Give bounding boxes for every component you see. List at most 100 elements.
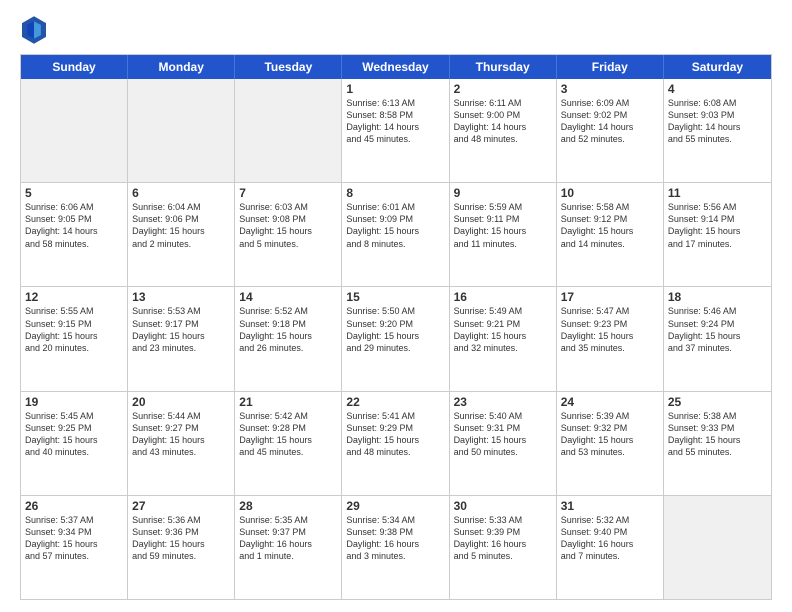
day-info: Sunrise: 5:47 AM Sunset: 9:23 PM Dayligh…	[561, 305, 659, 354]
calendar-cell: 15Sunrise: 5:50 AM Sunset: 9:20 PM Dayli…	[342, 287, 449, 390]
calendar-cell: 8Sunrise: 6:01 AM Sunset: 9:09 PM Daylig…	[342, 183, 449, 286]
day-info: Sunrise: 6:06 AM Sunset: 9:05 PM Dayligh…	[25, 201, 123, 250]
calendar-cell: 1Sunrise: 6:13 AM Sunset: 8:58 PM Daylig…	[342, 79, 449, 182]
day-number: 15	[346, 290, 444, 304]
calendar-cell: 11Sunrise: 5:56 AM Sunset: 9:14 PM Dayli…	[664, 183, 771, 286]
calendar-cell: 5Sunrise: 6:06 AM Sunset: 9:05 PM Daylig…	[21, 183, 128, 286]
day-number: 23	[454, 395, 552, 409]
calendar-cell: 16Sunrise: 5:49 AM Sunset: 9:21 PM Dayli…	[450, 287, 557, 390]
day-number: 30	[454, 499, 552, 513]
day-info: Sunrise: 6:04 AM Sunset: 9:06 PM Dayligh…	[132, 201, 230, 250]
calendar-cell	[235, 79, 342, 182]
day-number: 14	[239, 290, 337, 304]
day-info: Sunrise: 5:58 AM Sunset: 9:12 PM Dayligh…	[561, 201, 659, 250]
day-info: Sunrise: 5:46 AM Sunset: 9:24 PM Dayligh…	[668, 305, 767, 354]
day-info: Sunrise: 5:44 AM Sunset: 9:27 PM Dayligh…	[132, 410, 230, 459]
day-number: 5	[25, 186, 123, 200]
day-number: 4	[668, 82, 767, 96]
day-info: Sunrise: 5:50 AM Sunset: 9:20 PM Dayligh…	[346, 305, 444, 354]
day-number: 10	[561, 186, 659, 200]
day-info: Sunrise: 5:45 AM Sunset: 9:25 PM Dayligh…	[25, 410, 123, 459]
calendar-cell	[664, 496, 771, 599]
calendar-cell: 27Sunrise: 5:36 AM Sunset: 9:36 PM Dayli…	[128, 496, 235, 599]
day-header-thursday: Thursday	[450, 55, 557, 79]
day-header-monday: Monday	[128, 55, 235, 79]
day-info: Sunrise: 6:08 AM Sunset: 9:03 PM Dayligh…	[668, 97, 767, 146]
day-number: 24	[561, 395, 659, 409]
day-header-friday: Friday	[557, 55, 664, 79]
day-number: 9	[454, 186, 552, 200]
day-header-wednesday: Wednesday	[342, 55, 449, 79]
day-info: Sunrise: 5:55 AM Sunset: 9:15 PM Dayligh…	[25, 305, 123, 354]
day-info: Sunrise: 5:36 AM Sunset: 9:36 PM Dayligh…	[132, 514, 230, 563]
calendar-cell: 23Sunrise: 5:40 AM Sunset: 9:31 PM Dayli…	[450, 392, 557, 495]
calendar-cell: 24Sunrise: 5:39 AM Sunset: 9:32 PM Dayli…	[557, 392, 664, 495]
day-number: 2	[454, 82, 552, 96]
day-number: 8	[346, 186, 444, 200]
calendar-cell: 7Sunrise: 6:03 AM Sunset: 9:08 PM Daylig…	[235, 183, 342, 286]
calendar-body: 1Sunrise: 6:13 AM Sunset: 8:58 PM Daylig…	[21, 79, 771, 599]
calendar-row-2: 5Sunrise: 6:06 AM Sunset: 9:05 PM Daylig…	[21, 183, 771, 287]
day-number: 18	[668, 290, 767, 304]
calendar-row-3: 12Sunrise: 5:55 AM Sunset: 9:15 PM Dayli…	[21, 287, 771, 391]
day-info: Sunrise: 5:42 AM Sunset: 9:28 PM Dayligh…	[239, 410, 337, 459]
calendar-cell: 3Sunrise: 6:09 AM Sunset: 9:02 PM Daylig…	[557, 79, 664, 182]
calendar-row-1: 1Sunrise: 6:13 AM Sunset: 8:58 PM Daylig…	[21, 79, 771, 183]
day-number: 27	[132, 499, 230, 513]
page: SundayMondayTuesdayWednesdayThursdayFrid…	[0, 0, 792, 612]
calendar-row-4: 19Sunrise: 5:45 AM Sunset: 9:25 PM Dayli…	[21, 392, 771, 496]
day-info: Sunrise: 5:37 AM Sunset: 9:34 PM Dayligh…	[25, 514, 123, 563]
calendar-row-5: 26Sunrise: 5:37 AM Sunset: 9:34 PM Dayli…	[21, 496, 771, 599]
day-number: 20	[132, 395, 230, 409]
calendar-cell: 25Sunrise: 5:38 AM Sunset: 9:33 PM Dayli…	[664, 392, 771, 495]
day-number: 6	[132, 186, 230, 200]
day-number: 22	[346, 395, 444, 409]
day-number: 16	[454, 290, 552, 304]
day-info: Sunrise: 5:53 AM Sunset: 9:17 PM Dayligh…	[132, 305, 230, 354]
day-info: Sunrise: 5:41 AM Sunset: 9:29 PM Dayligh…	[346, 410, 444, 459]
day-info: Sunrise: 5:59 AM Sunset: 9:11 PM Dayligh…	[454, 201, 552, 250]
calendar-cell: 30Sunrise: 5:33 AM Sunset: 9:39 PM Dayli…	[450, 496, 557, 599]
day-number: 7	[239, 186, 337, 200]
day-info: Sunrise: 5:35 AM Sunset: 9:37 PM Dayligh…	[239, 514, 337, 563]
day-info: Sunrise: 5:33 AM Sunset: 9:39 PM Dayligh…	[454, 514, 552, 563]
day-number: 11	[668, 186, 767, 200]
day-header-saturday: Saturday	[664, 55, 771, 79]
calendar-cell: 2Sunrise: 6:11 AM Sunset: 9:00 PM Daylig…	[450, 79, 557, 182]
calendar-cell: 21Sunrise: 5:42 AM Sunset: 9:28 PM Dayli…	[235, 392, 342, 495]
calendar-cell: 13Sunrise: 5:53 AM Sunset: 9:17 PM Dayli…	[128, 287, 235, 390]
day-number: 13	[132, 290, 230, 304]
calendar-cell: 31Sunrise: 5:32 AM Sunset: 9:40 PM Dayli…	[557, 496, 664, 599]
day-header-sunday: Sunday	[21, 55, 128, 79]
day-info: Sunrise: 6:09 AM Sunset: 9:02 PM Dayligh…	[561, 97, 659, 146]
day-header-tuesday: Tuesday	[235, 55, 342, 79]
day-info: Sunrise: 5:39 AM Sunset: 9:32 PM Dayligh…	[561, 410, 659, 459]
calendar-cell: 4Sunrise: 6:08 AM Sunset: 9:03 PM Daylig…	[664, 79, 771, 182]
calendar-cell: 9Sunrise: 5:59 AM Sunset: 9:11 PM Daylig…	[450, 183, 557, 286]
day-info: Sunrise: 6:03 AM Sunset: 9:08 PM Dayligh…	[239, 201, 337, 250]
calendar-cell: 10Sunrise: 5:58 AM Sunset: 9:12 PM Dayli…	[557, 183, 664, 286]
day-info: Sunrise: 6:01 AM Sunset: 9:09 PM Dayligh…	[346, 201, 444, 250]
day-number: 28	[239, 499, 337, 513]
calendar-cell: 22Sunrise: 5:41 AM Sunset: 9:29 PM Dayli…	[342, 392, 449, 495]
day-number: 17	[561, 290, 659, 304]
calendar-cell: 6Sunrise: 6:04 AM Sunset: 9:06 PM Daylig…	[128, 183, 235, 286]
calendar-cell: 14Sunrise: 5:52 AM Sunset: 9:18 PM Dayli…	[235, 287, 342, 390]
day-number: 25	[668, 395, 767, 409]
day-number: 21	[239, 395, 337, 409]
calendar-cell: 12Sunrise: 5:55 AM Sunset: 9:15 PM Dayli…	[21, 287, 128, 390]
calendar-cell: 17Sunrise: 5:47 AM Sunset: 9:23 PM Dayli…	[557, 287, 664, 390]
calendar-cell: 18Sunrise: 5:46 AM Sunset: 9:24 PM Dayli…	[664, 287, 771, 390]
calendar-cell: 19Sunrise: 5:45 AM Sunset: 9:25 PM Dayli…	[21, 392, 128, 495]
calendar-cell: 20Sunrise: 5:44 AM Sunset: 9:27 PM Dayli…	[128, 392, 235, 495]
day-info: Sunrise: 5:49 AM Sunset: 9:21 PM Dayligh…	[454, 305, 552, 354]
calendar-cell: 29Sunrise: 5:34 AM Sunset: 9:38 PM Dayli…	[342, 496, 449, 599]
header	[20, 16, 772, 44]
day-number: 31	[561, 499, 659, 513]
day-number: 19	[25, 395, 123, 409]
day-info: Sunrise: 5:32 AM Sunset: 9:40 PM Dayligh…	[561, 514, 659, 563]
logo-icon	[22, 16, 46, 44]
day-number: 29	[346, 499, 444, 513]
day-number: 12	[25, 290, 123, 304]
day-info: Sunrise: 5:56 AM Sunset: 9:14 PM Dayligh…	[668, 201, 767, 250]
